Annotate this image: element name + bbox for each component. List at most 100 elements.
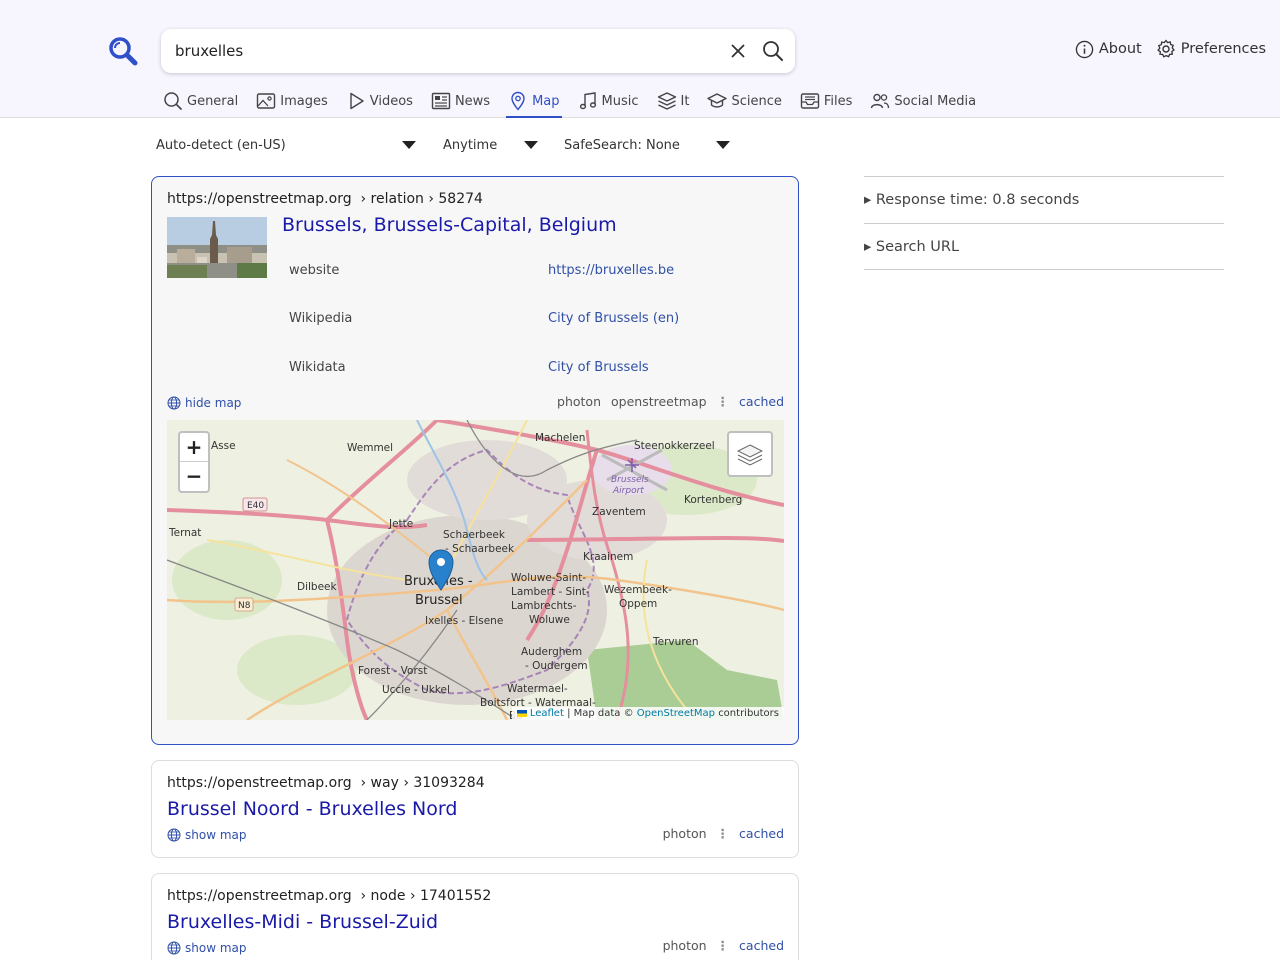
users-icon <box>871 93 890 109</box>
map-label-auderghem-2: - Oudergem <box>525 660 588 672</box>
tab-label: Science <box>731 94 782 109</box>
search-input[interactable] <box>175 39 715 63</box>
map-label-airport-1: Brussels <box>611 475 649 485</box>
tab-images[interactable]: Images <box>254 90 330 118</box>
result-engines: photon ⋮ cached <box>663 826 784 841</box>
kebab-menu-icon[interactable]: ⋮ <box>717 394 730 409</box>
tab-general[interactable]: General <box>161 90 240 118</box>
newspaper-icon <box>431 92 451 110</box>
search-submit-icon[interactable] <box>762 40 784 62</box>
result-url[interactable]: https://openstreetmap.org › relation › 5… <box>167 191 483 207</box>
cached-link[interactable]: cached <box>739 938 784 953</box>
tab-label: Social Media <box>894 94 977 109</box>
search-icon <box>164 92 183 111</box>
result-title[interactable]: Bruxelles-Midi - Brussel-Zuid <box>167 911 438 933</box>
globe-icon <box>167 396 181 410</box>
attribution-text: contributors <box>718 708 779 719</box>
tab-science[interactable]: Science <box>705 90 783 118</box>
leaflet-link[interactable]: Leaflet <box>530 708 564 719</box>
globe-icon <box>167 828 181 842</box>
tab-label: Images <box>280 94 328 109</box>
map-label-watermael-1: Watermael- <box>507 683 568 695</box>
map-label-woluwe-2: Lambert - Sint- <box>511 586 590 598</box>
tab-news[interactable]: News <box>429 90 492 118</box>
clear-search-icon[interactable] <box>728 41 748 61</box>
map-label-uccle: Uccle - Ukkel <box>382 684 450 696</box>
map-tiles: Asse Wemmel Machelen Steenokkerzeel Brus… <box>167 420 784 720</box>
brussels-photo-icon <box>167 217 267 278</box>
map-label-dilbeek: Dilbeek <box>297 581 338 593</box>
header: About Preferences General Images Videos … <box>0 0 1280 118</box>
osm-link[interactable]: OpenStreetMap <box>637 708 715 719</box>
result-map[interactable]: Asse Wemmel Machelen Steenokkerzeel Brus… <box>167 420 784 720</box>
property-link[interactable]: City of Brussels <box>548 360 649 375</box>
map-label-zaventem: Zaventem <box>592 506 646 518</box>
map-label-kraainem: Kraainem <box>583 551 633 563</box>
graduation-cap-icon <box>707 93 728 108</box>
engine-name: openstreetmap <box>611 394 707 409</box>
safesearch-select[interactable]: SafeSearch: None <box>564 134 730 156</box>
result-card: https://openstreetmap.org › way › 310932… <box>151 760 799 858</box>
result-engines: photon ⋮ cached <box>663 938 784 953</box>
zoom-out-button[interactable]: − <box>180 462 208 491</box>
map-attribution: Leaflet | Map data © OpenStreetMap contr… <box>511 707 784 720</box>
map-label-woluwe-3: Lambrechts- <box>511 600 577 612</box>
map-zoom-control: + − <box>178 431 210 493</box>
info-icon <box>1075 40 1094 58</box>
tab-social-media[interactable]: Social Media <box>868 90 978 118</box>
map-pin-icon <box>511 91 525 111</box>
time-range-select[interactable]: Anytime <box>443 134 538 156</box>
tab-files[interactable]: Files <box>798 90 855 118</box>
tab-it[interactable]: It <box>655 90 692 118</box>
kebab-menu-icon[interactable]: ⋮ <box>717 826 730 841</box>
result-title[interactable]: Brussel Noord - Bruxelles Nord <box>167 798 457 820</box>
tab-videos[interactable]: Videos <box>344 90 415 118</box>
result-path: › way › 31093284 <box>360 775 485 791</box>
result-card: https://openstreetmap.org › relation › 5… <box>151 176 799 745</box>
tab-label: Files <box>823 94 853 109</box>
tab-label: News <box>454 94 491 109</box>
map-label-tervuren: Tervuren <box>652 636 698 648</box>
result-card: https://openstreetmap.org › node › 17401… <box>151 873 799 960</box>
engine-name: photon <box>662 826 707 841</box>
kebab-menu-icon[interactable]: ⋮ <box>717 938 730 953</box>
preferences-link[interactable]: Preferences <box>1156 39 1266 59</box>
result-url[interactable]: https://openstreetmap.org › node › 17401… <box>167 888 491 904</box>
ukraine-flag-icon <box>516 709 527 717</box>
map-label-jette: Jette <box>388 518 413 530</box>
show-map-link[interactable]: show map <box>167 828 247 842</box>
map-label-asse: Asse <box>211 440 236 452</box>
result-title[interactable]: Brussels, Brussels-Capital, Belgium <box>282 214 617 236</box>
property-link[interactable]: https://bruxelles.be <box>548 263 674 278</box>
hide-map-link[interactable]: hide map <box>167 396 241 410</box>
about-link[interactable]: About <box>1075 39 1142 59</box>
attribution-text: | Map data © <box>567 708 634 719</box>
show-map-link[interactable]: show map <box>167 941 247 955</box>
results-sidebar: ▸ Response time: 0.8 seconds ▸ Search UR… <box>864 176 1224 270</box>
searx-logo-icon[interactable] <box>108 36 138 66</box>
property-link[interactable]: City of Brussels (en) <box>548 311 679 326</box>
map-label-woluwe-4: Woluwe <box>529 614 570 626</box>
zoom-in-button[interactable]: + <box>180 433 208 462</box>
tab-map[interactable]: Map <box>506 90 562 118</box>
map-label-machelen: Machelen <box>535 432 585 444</box>
response-time-toggle[interactable]: ▸ Response time: 0.8 seconds <box>864 176 1224 223</box>
language-select[interactable]: Auto-detect (en-US) <box>156 134 416 156</box>
map-label-ternat: Ternat <box>168 527 201 539</box>
map-label-schaerbeek-1: Schaerbeek <box>443 529 506 541</box>
map-layers-button[interactable] <box>727 431 773 477</box>
result-domain: https://openstreetmap.org <box>167 888 352 904</box>
tab-music[interactable]: Music <box>576 90 641 118</box>
music-note-icon <box>579 92 596 110</box>
result-path: › relation › 58274 <box>360 191 483 207</box>
layers-icon <box>736 444 764 466</box>
cached-link[interactable]: cached <box>739 826 784 841</box>
result-url[interactable]: https://openstreetmap.org › way › 310932… <box>167 775 485 791</box>
cached-link[interactable]: cached <box>739 394 784 409</box>
search-url-toggle[interactable]: ▸ Search URL <box>864 223 1224 270</box>
property-label: Wikipedia <box>289 311 353 326</box>
result-thumbnail[interactable] <box>167 217 267 278</box>
map-label-wezembeek-1: Wezembeek- <box>604 584 672 596</box>
map-label-kortenberg: Kortenberg <box>684 494 742 506</box>
map-label-ixelles: Ixelles - Elsene <box>425 615 503 627</box>
